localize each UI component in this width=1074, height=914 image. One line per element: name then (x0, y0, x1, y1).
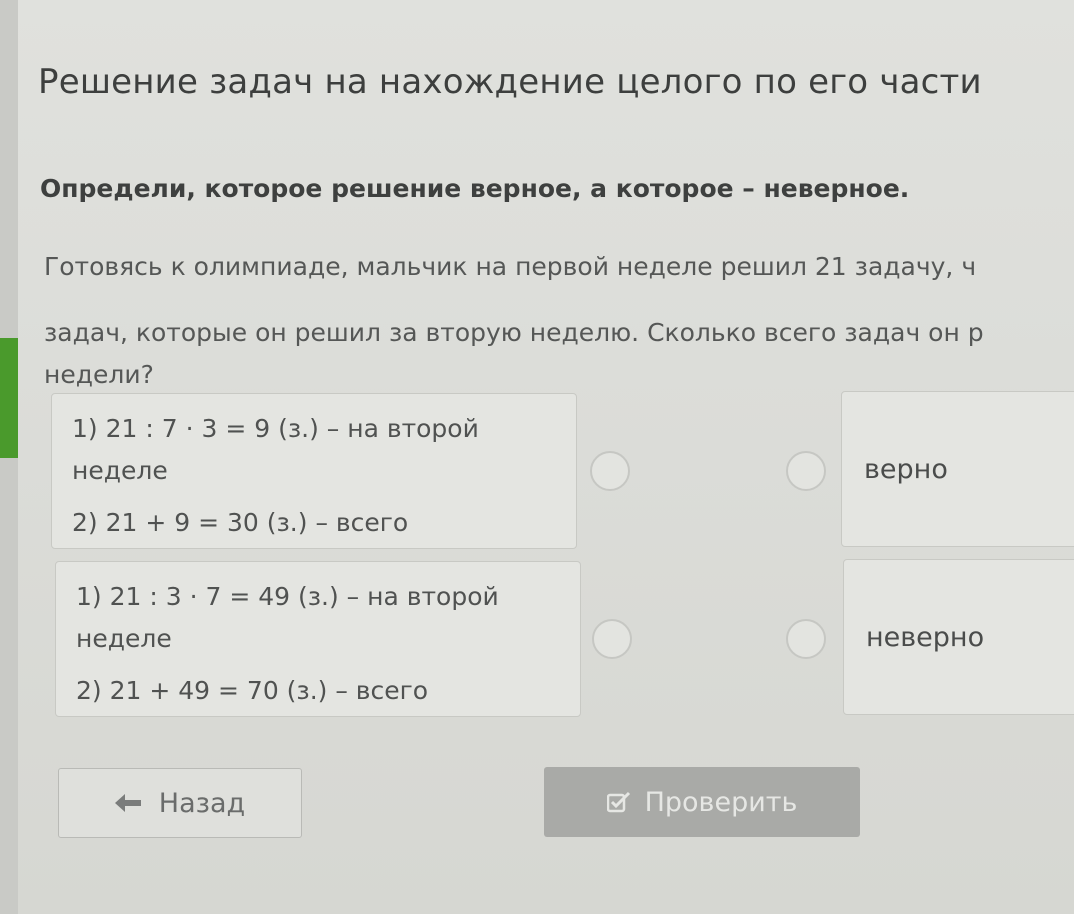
task-instruction: Определи, которое решение верное, а кото… (40, 174, 910, 203)
solution-1-step-1-cont: неделе (72, 456, 168, 485)
solution-2-drop-radio[interactable] (592, 619, 632, 659)
solution-2-step-1: 1) 21 : 3 · 7 = 49 (з.) – на второй (76, 582, 499, 611)
solution-1-step-1: 1) 21 : 7 · 3 = 9 (з.) – на второй (72, 414, 479, 443)
page-title: Решение задач на нахождение целого по ег… (38, 62, 982, 102)
answer-2-radio[interactable] (786, 619, 826, 659)
solution-1-step-2: 2) 21 + 9 = 30 (з.) – всего (72, 508, 409, 537)
answer-card-incorrect[interactable]: неверно (843, 559, 1074, 715)
solution-card-2[interactable]: 1) 21 : 3 · 7 = 49 (з.) – на второй неде… (55, 561, 581, 717)
back-button[interactable]: Назад (58, 768, 302, 838)
active-section-marker (0, 338, 18, 458)
check-square-icon (606, 791, 631, 813)
problem-text-line-2: задач, которые он решил за вторую неделю… (44, 318, 984, 347)
answer-1-radio[interactable] (786, 451, 826, 491)
lesson-page: Решение задач на нахождение целого по ег… (18, 0, 1074, 914)
solution-2-step-2: 2) 21 + 49 = 70 (з.) – всего (76, 676, 429, 705)
solution-2-step-1-cont: неделе (76, 624, 172, 653)
solution-card-1[interactable]: 1) 21 : 7 · 3 = 9 (з.) – на второй недел… (51, 393, 577, 549)
problem-text-line-3: недели? (44, 360, 154, 389)
back-button-label: Назад (158, 787, 246, 819)
problem-text-line-1: Готовясь к олимпиаде, мальчик на первой … (44, 252, 977, 281)
answer-label-correct: верно (864, 453, 948, 485)
check-button-label: Проверить (644, 786, 798, 818)
solution-1-drop-radio[interactable] (590, 451, 630, 491)
answer-card-correct[interactable]: верно (841, 391, 1074, 547)
arrow-left-icon (114, 794, 141, 812)
check-button[interactable]: Проверить (544, 767, 860, 837)
answer-label-incorrect: неверно (866, 621, 985, 653)
